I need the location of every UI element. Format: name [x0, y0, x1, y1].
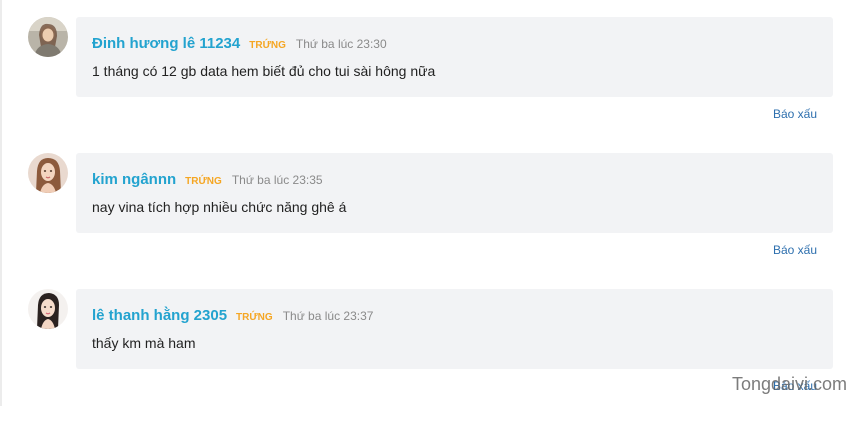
comment-bubble: kim ngânnn TRỨNG Thứ ba lúc 23:35 nay vi… [76, 153, 833, 233]
comment-timestamp: Thứ ba lúc 23:37 [282, 309, 374, 323]
comment-text: 1 tháng có 12 gb data hem biết đủ cho tu… [92, 63, 436, 79]
site-watermark: Tongdaivi.com [731, 374, 847, 394]
comment-item: lê thanh hằng 2305 TRỨNG Thứ ba lúc 23:3… [0, 289, 857, 425]
comment-meta: Đinh hương lê 11234 TRỨNG Thứ ba lúc 23:… [92, 35, 387, 53]
comment-timestamp: Thứ ba lúc 23:30 [295, 37, 387, 51]
comment-item: Đinh hương lê 11234 TRỨNG Thứ ba lúc 23:… [0, 17, 857, 153]
user-rank-badge: TRỨNG [249, 40, 286, 51]
comment-bubble: Đinh hương lê 11234 TRỨNG Thứ ba lúc 23:… [76, 17, 833, 97]
user-rank-badge: TRỨNG [185, 176, 222, 187]
comment-text: thấy km mà ham [92, 335, 196, 351]
comment-item: kim ngânnn TRỨNG Thứ ba lúc 23:35 nay vi… [0, 153, 857, 289]
user-rank-badge: TRỨNG [236, 312, 273, 323]
author-name[interactable]: kim ngânnn [92, 171, 176, 188]
comment-timestamp: Thứ ba lúc 23:35 [231, 173, 323, 187]
author-name[interactable]: lê thanh hằng 2305 [92, 307, 227, 324]
comment-text: nay vina tích hợp nhiều chức năng ghê á [92, 199, 347, 215]
user-avatar[interactable] [28, 17, 68, 57]
report-link[interactable]: Báo xấu [773, 107, 817, 121]
user-avatar[interactable] [28, 289, 68, 329]
comment-meta: kim ngânnn TRỨNG Thứ ba lúc 23:35 [92, 171, 323, 189]
comment-bubble: lê thanh hằng 2305 TRỨNG Thứ ba lúc 23:3… [76, 289, 833, 369]
report-link[interactable]: Báo xấu [773, 243, 817, 257]
author-name[interactable]: Đinh hương lê 11234 [92, 35, 240, 52]
comment-meta: lê thanh hằng 2305 TRỨNG Thứ ba lúc 23:3… [92, 307, 373, 325]
user-avatar[interactable] [28, 153, 68, 193]
